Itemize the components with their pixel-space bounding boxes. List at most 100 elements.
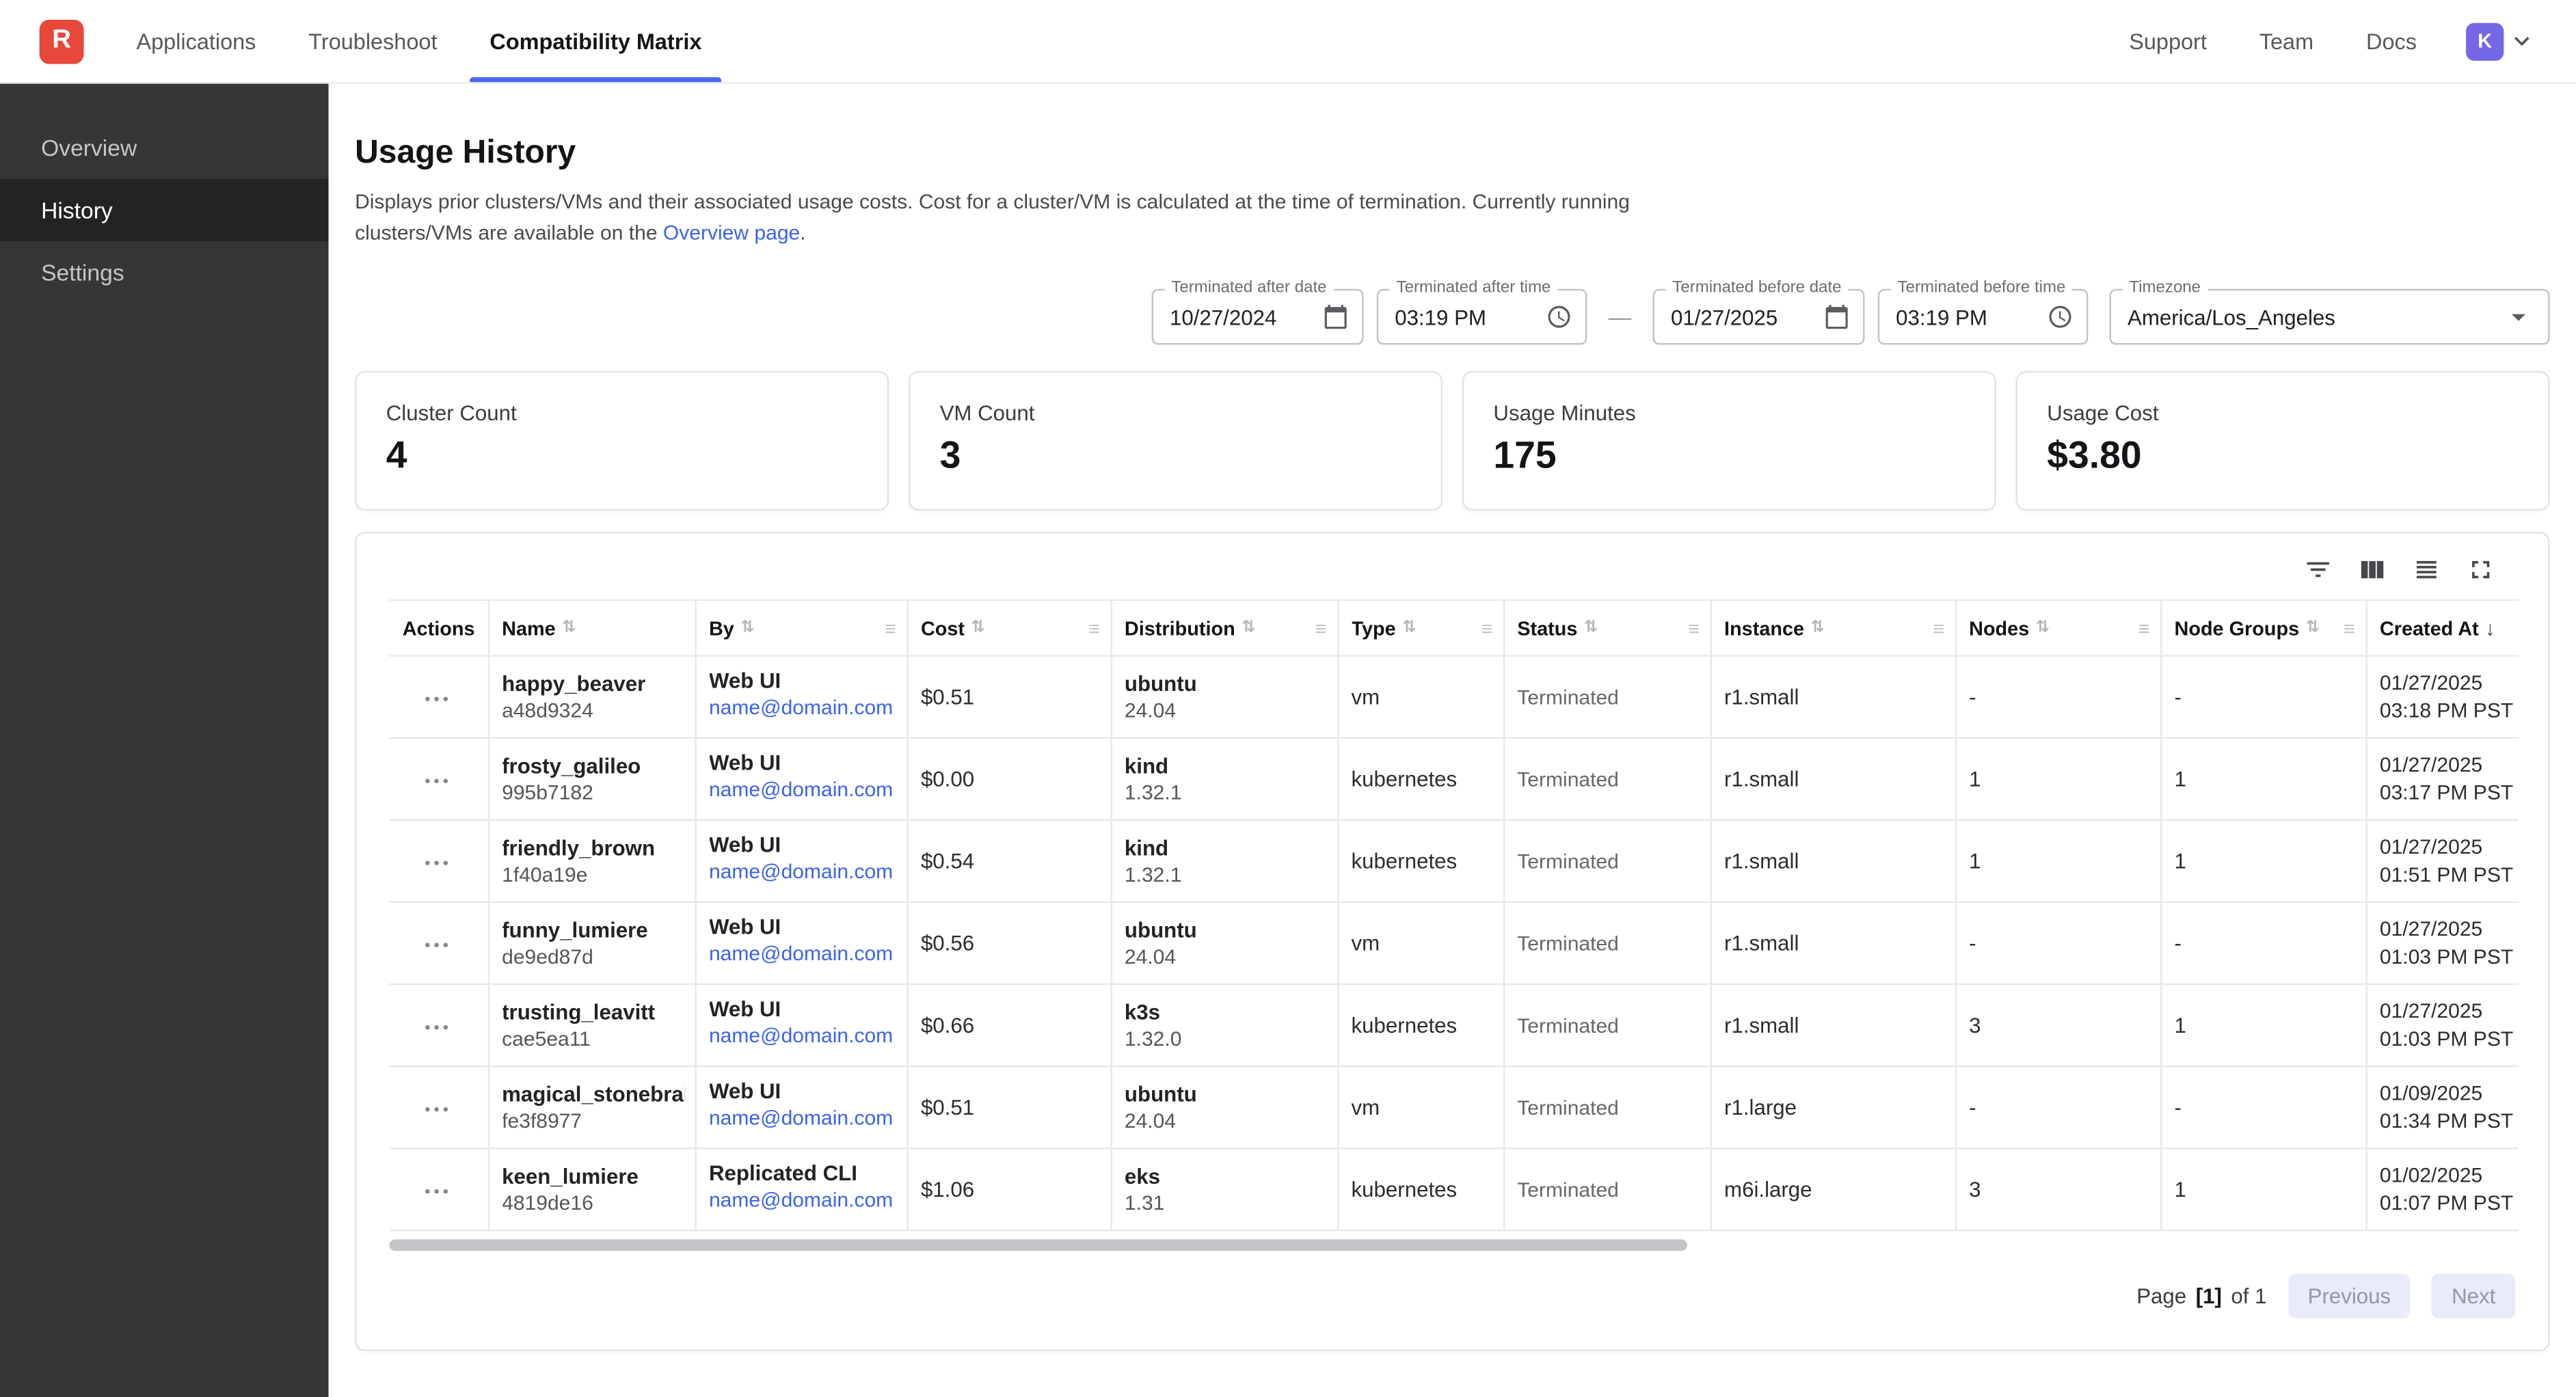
column-menu-icon[interactable]: ≡ — [1088, 616, 1103, 640]
sort-icon[interactable]: ⇅ — [1584, 619, 1598, 637]
cell-type: kubernetes — [1337, 1148, 1503, 1230]
cell-node-groups: 1 — [2160, 820, 2365, 902]
column-header-type[interactable]: Type ⇅ ≡ — [1337, 600, 1503, 656]
cell-name: happy_beaver a48d9324 — [488, 656, 695, 738]
terminated-after-date-field[interactable]: Terminated after date 10/27/2024 — [1152, 289, 1364, 345]
column-header-nodes[interactable]: Nodes⇅≡ — [1955, 600, 2160, 656]
cell-distribution: eks 1.31 — [1110, 1148, 1337, 1230]
calendar-icon[interactable] — [1322, 303, 1348, 329]
cell-type: vm — [1337, 656, 1503, 738]
cell-name: frosty_galileo 995b7182 — [488, 738, 695, 820]
nav-troubleshoot[interactable]: Troubleshoot — [282, 0, 464, 82]
cell-by: Web UI name@domain.com — [695, 1066, 907, 1148]
row-email-link[interactable]: name@domain.com — [709, 1104, 893, 1132]
row-email-link[interactable]: name@domain.com — [709, 940, 893, 968]
stat-card-vm-count: VM Count 3 — [909, 371, 1443, 511]
row-actions-button[interactable]: ••• — [425, 937, 452, 955]
calendar-icon[interactable] — [1823, 303, 1849, 329]
chevron-down-icon[interactable] — [2507, 26, 2536, 55]
column-menu-icon[interactable]: ≡ — [2344, 616, 2359, 640]
row-email-link[interactable]: name@domain.com — [709, 1187, 893, 1215]
column-menu-icon[interactable]: ≡ — [1933, 616, 1948, 640]
clock-icon[interactable] — [2047, 303, 2073, 329]
cell-distribution: ubuntu 24.04 — [1110, 656, 1337, 738]
sidebar-item-history[interactable]: History — [0, 179, 329, 241]
nav-applications[interactable]: Applications — [110, 0, 282, 82]
sort-desc-icon[interactable]: ↓ — [2485, 616, 2495, 640]
row-actions-button[interactable]: ••• — [425, 1020, 452, 1037]
row-actions-button[interactable]: ••• — [425, 1184, 452, 1202]
column-menu-icon[interactable]: ≡ — [885, 616, 900, 640]
stat-value: 4 — [386, 433, 858, 478]
column-label: Type — [1352, 616, 1396, 640]
column-header-instance[interactable]: Instance⇅≡ — [1710, 600, 1955, 656]
timezone-select[interactable]: Timezone America/Los_Angeles — [2110, 289, 2550, 345]
filter-icon[interactable] — [2303, 555, 2333, 584]
field-value[interactable]: 03:19 PM — [1395, 305, 1536, 329]
field-value[interactable]: 03:19 PM — [1896, 305, 2037, 329]
cell-by: Web UI name@domain.com — [695, 738, 907, 820]
logo-letter: R — [52, 26, 71, 55]
previous-button[interactable]: Previous — [2288, 1274, 2411, 1318]
cell-status: Terminated — [1503, 1148, 1710, 1230]
terminated-after-time-field[interactable]: Terminated after time 03:19 PM — [1377, 289, 1587, 345]
column-menu-icon[interactable]: ≡ — [1315, 616, 1330, 640]
row-email-link[interactable]: name@domain.com — [709, 776, 893, 804]
sort-icon[interactable]: ⇅ — [1242, 619, 1255, 637]
sort-icon[interactable]: ⇅ — [971, 619, 985, 637]
cell-name: magical_stonebraker fe3f8977 — [488, 1066, 695, 1148]
column-menu-icon[interactable]: ≡ — [2138, 616, 2154, 640]
fullscreen-icon[interactable] — [2466, 555, 2495, 584]
terminated-before-time-field[interactable]: Terminated before time 03:19 PM — [1878, 289, 2089, 345]
dropdown-caret-icon[interactable] — [2502, 301, 2535, 334]
row-actions-button[interactable]: ••• — [425, 773, 452, 791]
column-header-cost[interactable]: Cost⇅≡ — [907, 600, 1111, 656]
column-header-distribution[interactable]: Distribution⇅≡ — [1110, 600, 1337, 656]
sort-icon[interactable]: ⇅ — [562, 619, 576, 637]
table-body: ••• happy_beaver a48d9324 Web UI name@do… — [390, 656, 2519, 1231]
overview-page-link[interactable]: Overview page — [663, 221, 800, 245]
sort-icon[interactable]: ⇅ — [2036, 619, 2050, 637]
row-actions-button[interactable]: ••• — [425, 691, 452, 709]
sort-icon[interactable]: ⇅ — [740, 619, 754, 637]
cell-nodes: 3 — [1955, 1148, 2160, 1230]
column-header-by[interactable]: By⇅≡ — [695, 600, 907, 656]
sort-icon[interactable]: ⇅ — [2306, 619, 2320, 637]
field-value[interactable]: America/Los_Angeles — [2128, 305, 2492, 329]
row-email-link[interactable]: name@domain.com — [709, 1022, 893, 1050]
row-email-link[interactable]: name@domain.com — [709, 858, 893, 886]
column-menu-icon[interactable]: ≡ — [1688, 616, 1703, 640]
cell-name: funny_lumiere de9ed87d — [488, 902, 695, 984]
field-value[interactable]: 10/27/2024 — [1170, 305, 1313, 329]
sort-icon[interactable]: ⇅ — [1402, 619, 1416, 637]
row-actions-button[interactable]: ••• — [425, 855, 452, 873]
row-email-link[interactable]: name@domain.com — [709, 694, 893, 722]
nav-compatibility-matrix[interactable]: Compatibility Matrix — [464, 0, 728, 82]
sort-icon[interactable]: ⇅ — [1811, 619, 1825, 637]
field-value[interactable]: 01/27/2025 — [1671, 305, 1814, 329]
user-avatar[interactable]: K — [2466, 22, 2504, 59]
cell-created-at: 01/27/2025 01:03 PM PST — [2365, 902, 2518, 984]
field-label: Terminated before time — [1891, 279, 2072, 297]
column-header-name[interactable]: Name⇅ — [488, 600, 695, 656]
nav-team[interactable]: Team — [2233, 29, 2339, 53]
row-actions-button[interactable]: ••• — [425, 1102, 452, 1120]
column-header-status[interactable]: Status⇅≡ — [1503, 600, 1710, 656]
cell-status: Terminated — [1503, 902, 1710, 984]
horizontal-scrollbar[interactable] — [390, 1239, 2516, 1252]
app-logo[interactable]: R — [40, 19, 84, 64]
nav-docs[interactable]: Docs — [2340, 29, 2443, 53]
column-header-created-at[interactable]: Created At↓ — [2365, 600, 2518, 656]
clock-icon[interactable] — [1546, 303, 1572, 329]
cell-type: kubernetes — [1337, 820, 1503, 902]
columns-icon[interactable] — [2357, 555, 2387, 584]
nav-support[interactable]: Support — [2103, 29, 2233, 53]
terminated-before-date-field[interactable]: Terminated before date 01/27/2025 — [1653, 289, 1865, 345]
sidebar-item-settings[interactable]: Settings — [0, 241, 329, 303]
sidebar-item-overview[interactable]: Overview — [0, 117, 329, 179]
next-button[interactable]: Next — [2432, 1274, 2515, 1318]
density-icon[interactable] — [2412, 555, 2441, 584]
scrollbar-thumb[interactable] — [390, 1239, 1687, 1251]
column-header-node-groups[interactable]: Node Groups⇅≡ — [2160, 600, 2365, 656]
column-menu-icon[interactable]: ≡ — [1481, 616, 1496, 640]
